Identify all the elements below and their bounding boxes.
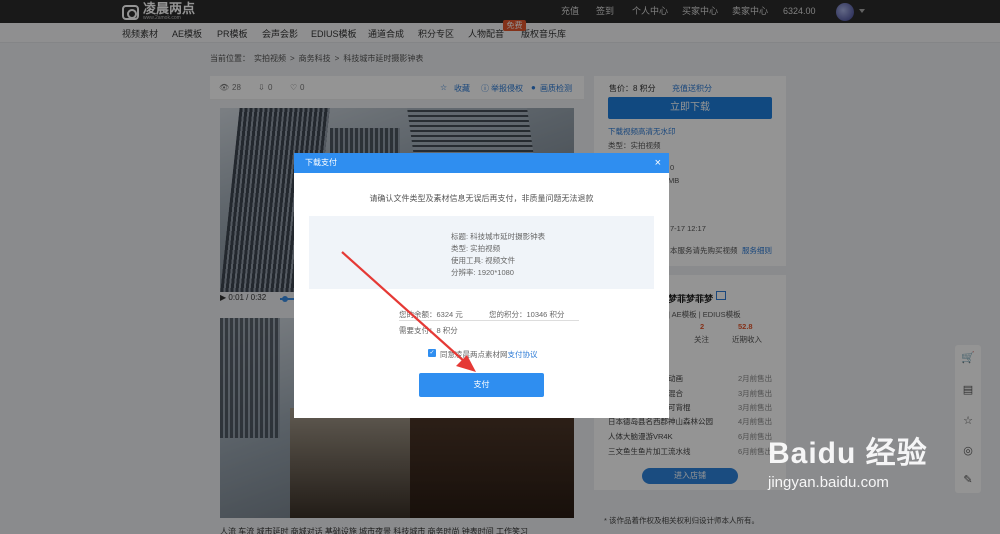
baidu-watermark: Baidu 经验 jingyan.baidu.com bbox=[768, 428, 928, 491]
watermark-sub: jingyan.baidu.com bbox=[768, 474, 889, 491]
watermark-main: Baidu 经验 bbox=[768, 437, 928, 470]
